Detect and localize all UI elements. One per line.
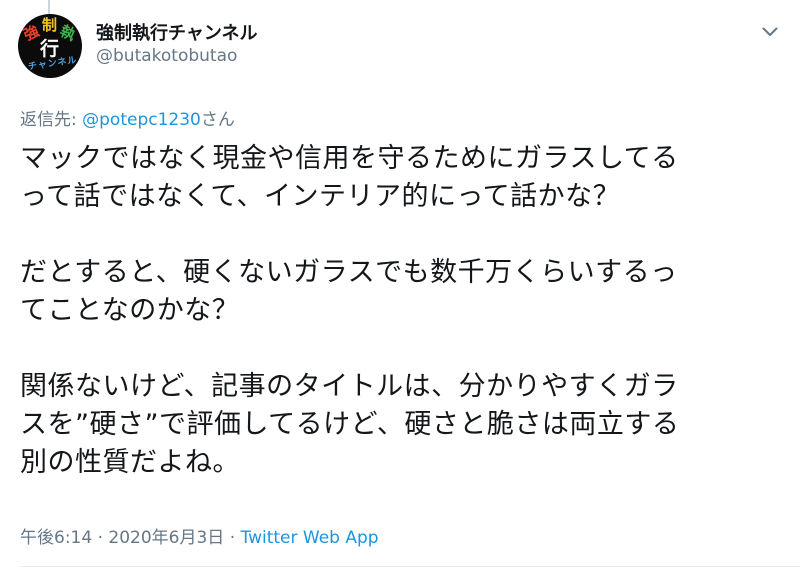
tweet-line: マックではなく現金や信用を守るためにガラスしてる: [20, 143, 679, 174]
user-handle[interactable]: @butakotobutao: [96, 46, 237, 66]
tweet-line: 別の性質だよね。: [20, 447, 240, 478]
reply-suffix: さん: [200, 110, 235, 130]
tweet-time[interactable]: 午後6:14: [20, 528, 92, 548]
meta-separator: ·: [229, 528, 236, 548]
avatar-char-3: 執: [57, 21, 79, 45]
avatar-char-4: 行: [40, 38, 60, 60]
more-options-button[interactable]: [758, 20, 782, 44]
avatar-char-1: 強: [20, 21, 42, 45]
reply-context: 返信先: @potepc1230さん: [20, 105, 235, 130]
tweet-line: 関係ないけど、記事のタイトルは、分かりやすくガラ: [20, 371, 679, 402]
avatar[interactable]: 強 制 執 行 チャンネル: [18, 14, 82, 78]
divider: [20, 566, 800, 567]
tweet-text: マックではなく現金や信用を守るためにガラスしてる って話ではなくて、インテリア的…: [20, 140, 790, 520]
tweet-paragraph: だとすると、硬くないガラスでも数千万くらいするっ てことなのかな？: [20, 254, 790, 330]
tweet-date[interactable]: 2020年6月3日: [108, 528, 224, 548]
thread-connector-line: [48, 0, 50, 14]
tweet-line: スを”硬さ”で評価してるけど、硬さと脆さは両立する: [20, 409, 680, 440]
tweet-metadata: 午後6:14 · 2020年6月3日 · Twitter Web App: [20, 523, 379, 548]
tweet-line: って話ではなくて、インテリア的にって話かな？: [20, 181, 621, 212]
chevron-down-icon: [762, 27, 778, 36]
reply-prefix: 返信先:: [20, 110, 77, 130]
avatar-subtitle: チャンネル: [27, 55, 79, 73]
tweet-paragraph: 関係ないけど、記事のタイトルは、分かりやすくガラ スを”硬さ”で評価してるけど、…: [20, 368, 790, 482]
avatar-char-2: 制: [42, 16, 58, 34]
tweet-paragraph: マックではなく現金や信用を守るためにガラスしてる って話ではなくて、インテリア的…: [20, 140, 790, 216]
tweet-line: だとすると、硬くないガラスでも数千万くらいするっ: [20, 257, 678, 288]
tweet-line: てことなのかな？: [20, 295, 240, 326]
tweet-source-link[interactable]: Twitter Web App: [241, 528, 379, 548]
reply-mention-link[interactable]: @potepc1230: [82, 110, 201, 130]
meta-separator: ·: [97, 528, 103, 548]
display-name[interactable]: 強制執行チャンネル: [96, 19, 257, 45]
